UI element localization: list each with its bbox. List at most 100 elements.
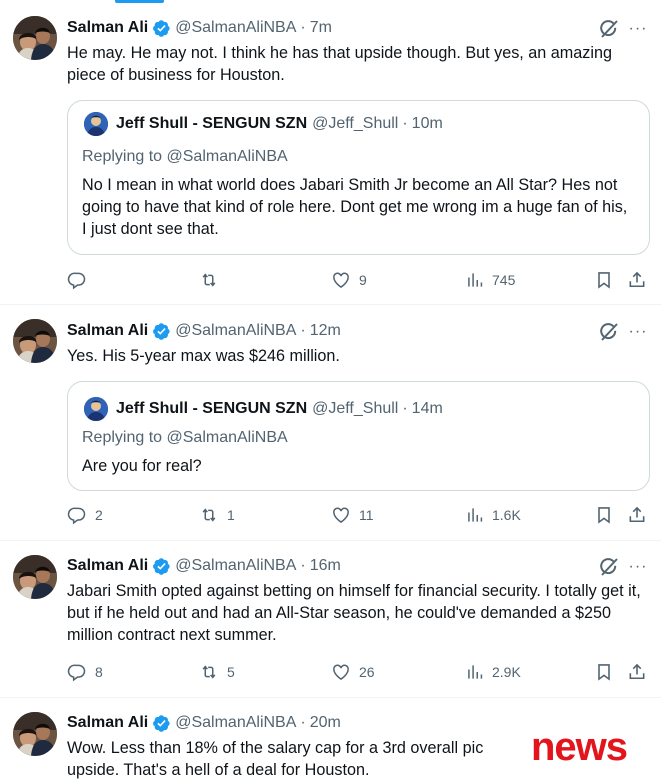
quote-header: Jeff Shull - SENGUN SZN @Jeff_Shull · 14… <box>84 397 443 421</box>
grok-icon[interactable] <box>598 18 620 40</box>
tweet-text: He may. He may not. I think he has that … <box>67 44 612 84</box>
user-handle[interactable]: @SalmanAliNBA <box>175 322 296 340</box>
verified-badge-icon <box>152 19 171 38</box>
retweet-button[interactable]: 5 <box>199 661 235 683</box>
views-count: 1.6K <box>492 507 521 523</box>
verified-badge-icon <box>152 557 171 576</box>
retweet-icon <box>199 270 219 290</box>
retweet-count: 1 <box>227 507 235 523</box>
like-count: 26 <box>359 664 375 680</box>
views-button[interactable]: 2.9K <box>464 661 521 683</box>
retweet-icon <box>199 662 219 682</box>
action-bar: 2 1 11 1.6K <box>67 504 649 526</box>
grok-icon[interactable] <box>598 321 620 343</box>
share-button[interactable] <box>627 504 647 526</box>
tweet-header: Salman Ali @SalmanAliNBA · 20m <box>67 712 341 734</box>
share-button[interactable] <box>627 269 647 291</box>
quote-text: Are you for real? <box>82 457 202 475</box>
separator-dot: · <box>300 557 306 574</box>
bookmark-button[interactable] <box>594 269 614 291</box>
quote-timestamp: 10m <box>411 115 443 132</box>
quote-display-name: Jeff Shull - SENGUN SZN <box>116 400 308 417</box>
share-button[interactable] <box>627 661 647 683</box>
reply-button[interactable]: 8 <box>67 661 103 683</box>
separator-dot: · <box>300 322 306 339</box>
like-button[interactable]: 26 <box>331 661 375 683</box>
quote-avatar <box>84 112 108 136</box>
retweet-button[interactable] <box>199 269 227 291</box>
reply-count: 8 <box>95 664 103 680</box>
retweet-count: 5 <box>227 664 235 680</box>
display-name[interactable]: Salman Ali <box>67 557 148 575</box>
quote-header: Jeff Shull - SENGUN SZN @Jeff_Shull · 10… <box>84 112 443 136</box>
news-watermark: news <box>531 725 628 769</box>
retweet-button[interactable]: 1 <box>199 504 235 526</box>
views-button[interactable]: 745 <box>464 269 515 291</box>
avatar[interactable] <box>13 712 57 756</box>
verified-badge-icon <box>152 714 171 733</box>
views-icon <box>464 505 484 525</box>
views-count: 745 <box>492 272 516 288</box>
replying-to: Replying to @SalmanAliNBA <box>82 148 288 166</box>
separator-dot: · <box>402 400 408 417</box>
timestamp[interactable]: 7m <box>310 19 332 37</box>
active-tab-indicator <box>115 0 164 3</box>
timestamp[interactable]: 12m <box>310 322 341 340</box>
separator-dot: · <box>402 115 408 132</box>
more-icon[interactable]: ··· <box>627 321 649 343</box>
separator-dot: · <box>300 19 306 36</box>
reply-icon <box>67 505 87 525</box>
separator-dot: · <box>300 714 306 731</box>
replying-to: Replying to @SalmanAliNBA <box>82 429 288 447</box>
views-count: 2.9K <box>492 664 521 680</box>
like-icon <box>331 662 351 682</box>
more-icon[interactable]: ··· <box>627 18 649 40</box>
like-icon <box>331 270 351 290</box>
like-button[interactable]: 11 <box>331 504 374 526</box>
verified-badge-icon <box>152 322 171 341</box>
user-handle[interactable]: @SalmanAliNBA <box>175 557 296 575</box>
reply-count: 2 <box>95 507 103 523</box>
replying-to-label: Replying to <box>82 429 163 446</box>
timestamp[interactable]: 20m <box>310 714 341 732</box>
views-button[interactable]: 1.6K <box>464 504 521 526</box>
quoted-tweet[interactable]: Jeff Shull - SENGUN SZN @Jeff_Shull · 10… <box>67 100 650 255</box>
like-button[interactable]: 9 <box>331 269 367 291</box>
views-icon <box>464 662 484 682</box>
action-bar: 9 745 <box>67 269 649 291</box>
display-name[interactable]: Salman Ali <box>67 19 148 37</box>
more-icon[interactable]: ··· <box>627 556 649 578</box>
bookmark-button[interactable] <box>594 661 614 683</box>
quoted-tweet[interactable]: Jeff Shull - SENGUN SZN @Jeff_Shull · 14… <box>67 381 650 491</box>
avatar[interactable] <box>13 16 57 60</box>
replying-to-mention: @SalmanAliNBA <box>166 429 288 446</box>
tweet[interactable]: Salman Ali @SalmanAliNBA · 16m ··· Jabar… <box>0 541 661 698</box>
timestamp[interactable]: 16m <box>310 557 341 575</box>
user-handle[interactable]: @SalmanAliNBA <box>175 19 296 37</box>
user-handle[interactable]: @SalmanAliNBA <box>175 714 296 732</box>
replying-to-label: Replying to <box>82 148 163 165</box>
tweet-header: Salman Ali @SalmanAliNBA · 7m <box>67 17 332 39</box>
display-name[interactable]: Salman Ali <box>67 714 148 732</box>
bookmark-icon <box>594 270 614 290</box>
bookmark-button[interactable] <box>594 504 614 526</box>
quote-handle: @Jeff_Shull <box>312 400 399 417</box>
avatar[interactable] <box>13 319 57 363</box>
bookmark-icon <box>594 662 614 682</box>
reply-button[interactable]: 2 <box>67 504 103 526</box>
avatar[interactable] <box>13 555 57 599</box>
tweet-header: Salman Ali @SalmanAliNBA · 16m <box>67 555 341 577</box>
quote-timestamp: 14m <box>411 400 443 417</box>
tweet[interactable]: Salman Ali @SalmanAliNBA · 7m ··· He may… <box>0 5 661 305</box>
reply-button[interactable] <box>67 269 95 291</box>
tweet[interactable]: Salman Ali @SalmanAliNBA · 12m ··· Yes. … <box>0 305 661 541</box>
tweet-text: Yes. His 5-year max was $246 million. <box>67 347 340 365</box>
tweet-header: Salman Ali @SalmanAliNBA · 12m <box>67 320 341 342</box>
reply-icon <box>67 662 87 682</box>
quote-display-name: Jeff Shull - SENGUN SZN <box>116 115 308 132</box>
display-name[interactable]: Salman Ali <box>67 322 148 340</box>
bookmark-icon <box>594 505 614 525</box>
replying-to-mention: @SalmanAliNBA <box>166 148 288 165</box>
action-bar: 8 5 26 2.9K <box>67 661 649 683</box>
grok-icon[interactable] <box>598 556 620 578</box>
